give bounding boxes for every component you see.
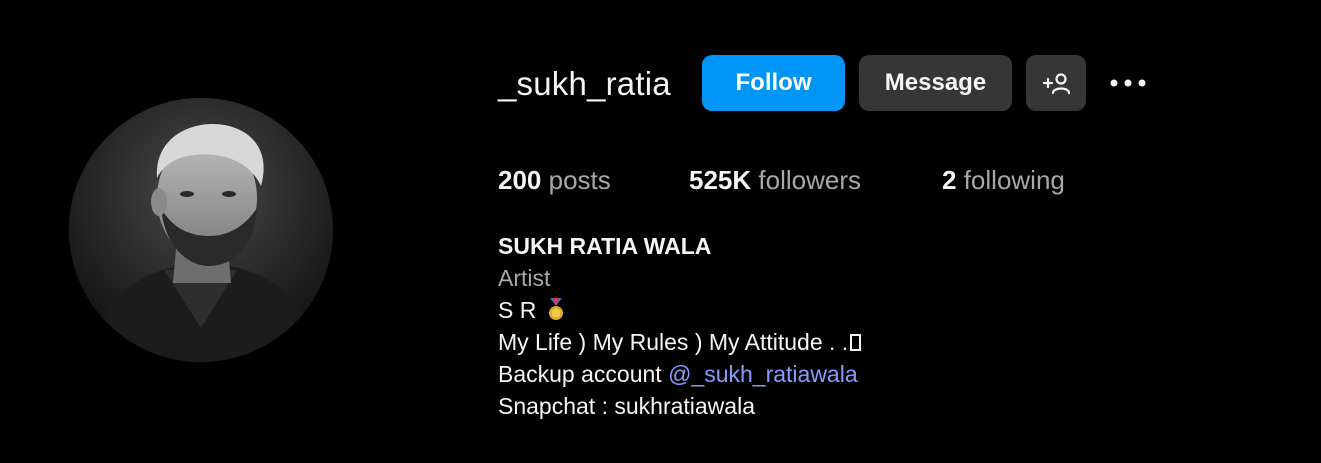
profile-full-name: SUKH RATIA WALA	[498, 233, 712, 259]
posts-count: 200	[498, 165, 542, 195]
bio-line-2-text: My Life ) My Rules ) My Attitude . .	[498, 329, 849, 355]
profile-page: _sukh_ratia Follow Message 200 posts 525…	[0, 0, 1321, 463]
profile-bio: SUKH RATIA WALA Artist S R My Life ) My …	[498, 230, 862, 422]
backup-account-link[interactable]: @_sukh_ratiawala	[668, 361, 858, 387]
bio-line-2: My Life ) My Rules ) My Attitude . .	[498, 326, 862, 358]
follow-button[interactable]: Follow	[702, 55, 845, 111]
posts-count-stat: 200 posts	[498, 164, 611, 196]
bio-line-1-text: S R	[498, 297, 537, 323]
posts-label: posts	[548, 165, 611, 195]
add-person-icon	[1042, 73, 1071, 95]
avatar-photo-icon	[69, 98, 333, 362]
unsupported-glyph-icon	[850, 334, 862, 351]
followers-count: 525K	[689, 165, 752, 195]
following-count-stat[interactable]: 2 following	[942, 164, 1065, 196]
bio-line-1: S R	[498, 294, 861, 326]
profile-username: _sukh_ratia	[498, 65, 671, 102]
suggested-accounts-button[interactable]	[1026, 55, 1086, 111]
profile-category: Artist	[498, 265, 551, 291]
bio-line-4: Snapchat : sukhratiawala	[498, 393, 755, 419]
following-label: following	[963, 165, 1065, 195]
medal-icon	[548, 298, 563, 320]
more-options-button[interactable]	[1104, 55, 1152, 111]
bio-line-3-text: Backup account	[498, 361, 669, 387]
profile-avatar[interactable]	[69, 98, 333, 362]
bio-line-3: Backup account @_sukh_ratiawala	[498, 358, 861, 390]
followers-label: followers	[758, 165, 861, 195]
message-button[interactable]: Message	[859, 55, 1012, 111]
more-options-icon	[1110, 79, 1146, 87]
following-count: 2	[942, 165, 957, 195]
followers-count-stat[interactable]: 525K followers	[689, 164, 861, 196]
